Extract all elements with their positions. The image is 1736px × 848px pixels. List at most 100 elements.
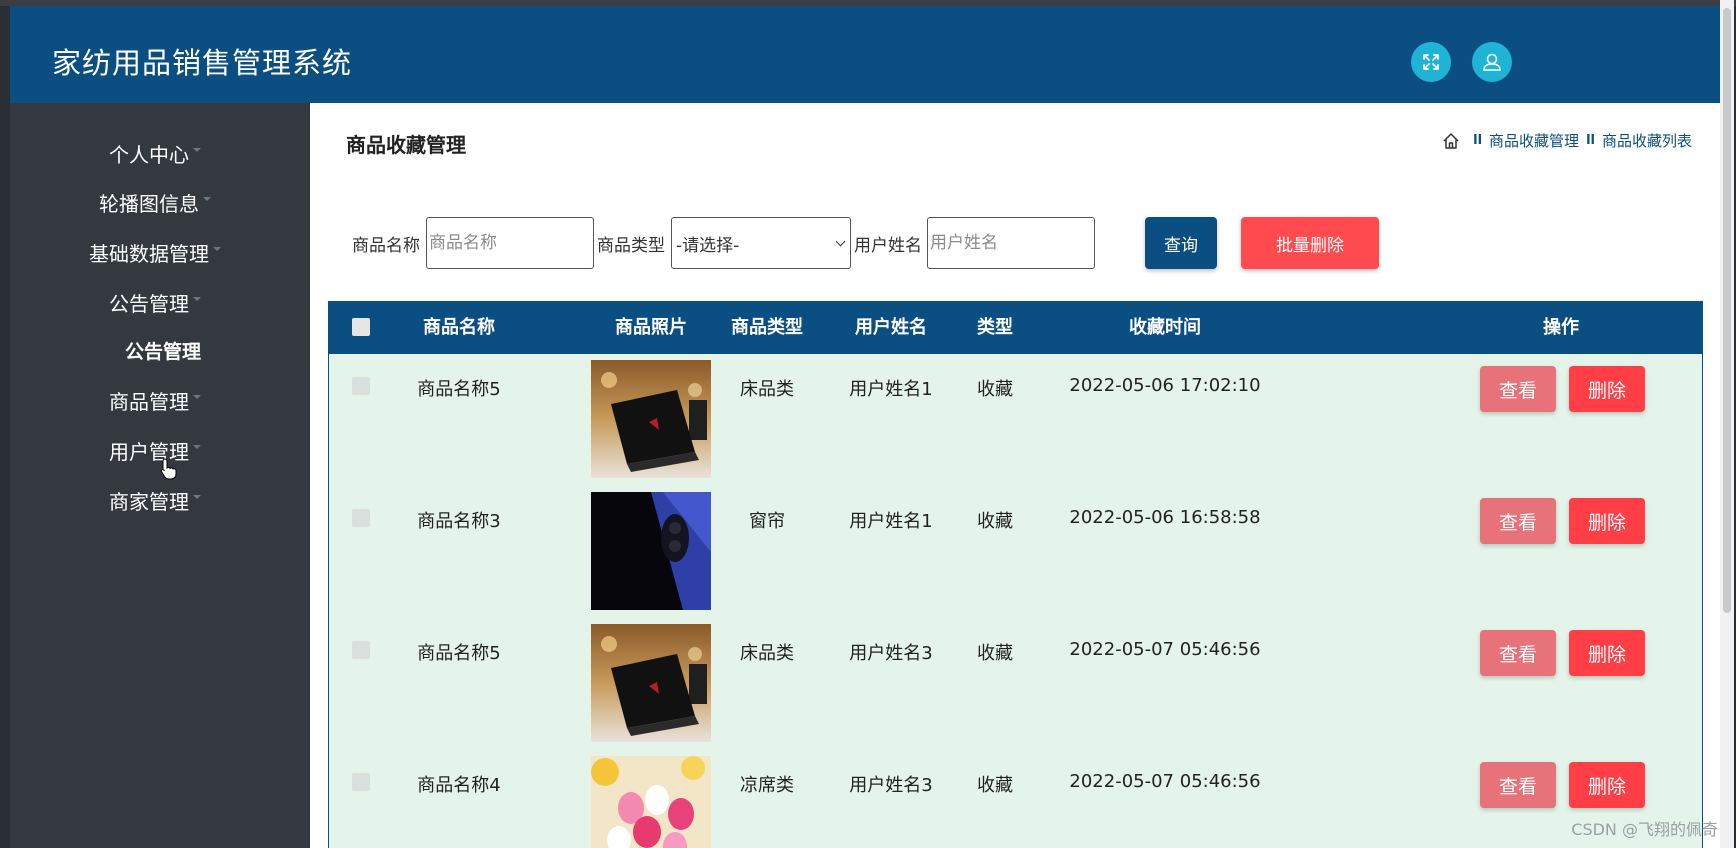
caret-down-icon xyxy=(193,445,201,449)
table-row: 商品名称4 凉席类 用户姓名3 收藏 2022-05-07 05:46:56 查… xyxy=(329,750,1702,848)
product-photo[interactable] xyxy=(591,624,711,742)
home-icon[interactable] xyxy=(1442,132,1460,150)
view-button[interactable]: 查看 xyxy=(1480,630,1556,676)
main-content: 商品收藏管理 ll 商品收藏管理 ll 商品收藏列表 商品名称 商品类型 -请选… xyxy=(310,103,1720,848)
delete-button[interactable]: 删除 xyxy=(1569,498,1645,544)
cell-product-name: 商品名称4 xyxy=(417,775,501,796)
col-header-user-name: 用户姓名 xyxy=(855,317,927,338)
page-scrollbar-track[interactable] xyxy=(1720,0,1734,848)
caret-down-icon xyxy=(193,395,201,399)
row-checkbox[interactable] xyxy=(352,377,370,395)
view-button[interactable]: 查看 xyxy=(1480,366,1556,412)
laptop-photo-icon xyxy=(591,624,711,742)
cell-product-type: 窗帘 xyxy=(749,511,785,532)
app-title: 家纺用品销售管理系统 xyxy=(52,46,353,80)
user-name-label: 用户姓名 xyxy=(854,236,922,256)
cell-product-type: 凉席类 xyxy=(740,775,794,796)
product-name-input[interactable] xyxy=(426,217,594,269)
favorites-table: 商品名称 商品照片 商品类型 用户姓名 类型 收藏时间 操作 商品名称5 床品类… xyxy=(328,301,1703,848)
cell-type: 收藏 xyxy=(977,775,1013,796)
breadcrumb: ll 商品收藏管理 ll 商品收藏列表 xyxy=(1442,130,1692,151)
product-type-selected: -请选择- xyxy=(676,235,740,256)
sidebar-subitem-announcements[interactable]: 公告管理 xyxy=(18,337,308,364)
page-scrollbar-thumb[interactable] xyxy=(1723,8,1731,613)
sidebar-item-label: 基础数据管理 xyxy=(89,242,209,266)
product-photo[interactable] xyxy=(591,492,711,610)
cell-type: 收藏 xyxy=(977,511,1013,532)
view-button[interactable]: 查看 xyxy=(1480,498,1556,544)
breadcrumb-item[interactable]: 商品收藏管理 xyxy=(1489,130,1579,151)
sidebar-item-carousel[interactable]: 轮播图信息 xyxy=(10,188,300,217)
sidebar-item-label: 商家管理 xyxy=(109,490,189,514)
cell-product-name: 商品名称5 xyxy=(417,379,501,400)
view-button[interactable]: 查看 xyxy=(1480,762,1556,808)
cell-favorite-time: 2022-05-07 05:46:56 xyxy=(1069,771,1261,792)
col-header-favorite-time: 收藏时间 xyxy=(1129,317,1201,338)
sidebar-item-personal-center[interactable]: 个人中心 xyxy=(10,139,300,168)
cell-favorite-time: 2022-05-06 16:58:58 xyxy=(1069,507,1261,528)
breadcrumb-item[interactable]: 商品收藏列表 xyxy=(1602,130,1692,151)
cell-user-name: 用户姓名3 xyxy=(849,775,933,796)
row-checkbox[interactable] xyxy=(352,773,370,791)
app-header: 家纺用品销售管理系统 xyxy=(10,6,1720,103)
product-type-select[interactable]: -请选择- xyxy=(671,217,851,269)
batch-delete-button[interactable]: 批量删除 xyxy=(1241,217,1379,269)
flowers-photo-icon xyxy=(591,756,711,848)
sidebar-item-users[interactable]: 用户管理 xyxy=(10,436,300,465)
caret-down-icon xyxy=(193,495,201,499)
cell-user-name: 用户姓名3 xyxy=(849,643,933,664)
sidebar-item-label: 个人中心 xyxy=(109,143,189,167)
sidebar-item-merchants[interactable]: 商家管理 xyxy=(10,486,300,515)
cell-type: 收藏 xyxy=(977,643,1013,664)
product-type-label: 商品类型 xyxy=(597,236,665,256)
sidebar-item-basic-data[interactable]: 基础数据管理 xyxy=(10,238,300,267)
table-row: 商品名称5 xyxy=(329,354,1702,486)
user-name-input[interactable] xyxy=(927,217,1095,269)
cell-user-name: 用户姓名1 xyxy=(849,379,933,400)
col-header-product-photo: 商品照片 xyxy=(615,317,687,338)
breadcrumb-separator: ll xyxy=(1586,133,1595,148)
caret-down-icon xyxy=(213,247,221,251)
cell-favorite-time: 2022-05-07 05:46:56 xyxy=(1069,639,1261,660)
row-checkbox[interactable] xyxy=(352,509,370,527)
col-header-type: 类型 xyxy=(977,317,1013,338)
col-header-product-name: 商品名称 xyxy=(423,317,495,338)
product-photo[interactable] xyxy=(591,756,711,848)
sidebar-item-label: 公告管理 xyxy=(124,341,201,363)
fullscreen-button[interactable] xyxy=(1411,42,1451,82)
delete-button[interactable]: 删除 xyxy=(1569,366,1645,412)
query-button[interactable]: 查询 xyxy=(1145,217,1217,269)
pointer-cursor-icon xyxy=(160,458,178,484)
table-row: 商品名称3 窗帘 用户姓名1 收藏 2022-05-06 16:58:58 查看 xyxy=(329,486,1702,618)
product-photo[interactable] xyxy=(591,360,711,478)
col-header-actions: 操作 xyxy=(1543,317,1579,338)
sidebar-item-products[interactable]: 商品管理 xyxy=(10,386,300,415)
caret-down-icon xyxy=(193,148,201,152)
table-header: 商品名称 商品照片 商品类型 用户姓名 类型 收藏时间 操作 xyxy=(329,301,1702,354)
row-checkbox[interactable] xyxy=(352,641,370,659)
caret-down-icon xyxy=(193,297,201,301)
chevron-down-icon xyxy=(835,236,846,247)
delete-button[interactable]: 删除 xyxy=(1569,630,1645,676)
cell-product-name: 商品名称5 xyxy=(417,643,501,664)
page-title: 商品收藏管理 xyxy=(346,133,466,157)
sidebar-item-label: 商品管理 xyxy=(109,390,189,414)
table-row: 商品名称5 xyxy=(329,618,1702,750)
cell-user-name: 用户姓名1 xyxy=(849,511,933,532)
phone-photo-icon xyxy=(591,492,711,610)
cell-product-type: 床品类 xyxy=(740,643,794,664)
delete-button[interactable]: 删除 xyxy=(1569,762,1645,808)
caret-down-icon xyxy=(203,197,211,201)
sidebar-item-label: 轮播图信息 xyxy=(99,192,199,216)
user-avatar-button[interactable] xyxy=(1472,42,1512,82)
watermark: CSDN @飞翔的佩奇 xyxy=(1571,820,1718,839)
fullscreen-icon xyxy=(1423,54,1439,70)
cell-product-type: 床品类 xyxy=(740,379,794,400)
laptop-photo-icon xyxy=(591,360,711,478)
cell-type: 收藏 xyxy=(977,379,1013,400)
user-icon xyxy=(1483,53,1501,71)
sidebar-item-announcements[interactable]: 公告管理 xyxy=(10,288,300,317)
cell-favorite-time: 2022-05-06 17:02:10 xyxy=(1069,375,1261,396)
breadcrumb-separator: ll xyxy=(1473,133,1483,148)
select-all-checkbox[interactable] xyxy=(352,318,370,336)
